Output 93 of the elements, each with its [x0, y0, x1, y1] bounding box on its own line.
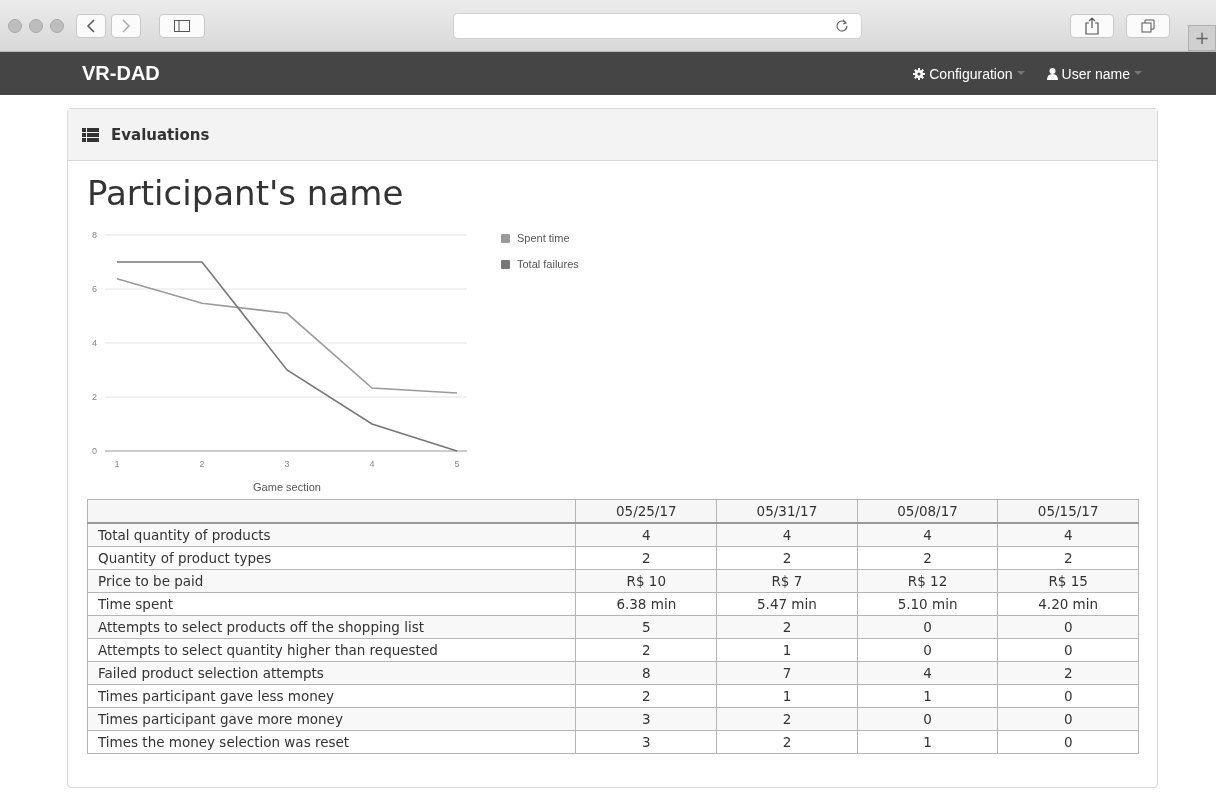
x-axis-title: Game section — [253, 481, 321, 493]
table-cell: 2 — [997, 661, 1139, 685]
y-tick-label: 4 — [92, 338, 97, 348]
x-tick-label: 3 — [284, 459, 290, 469]
settings-icon — [913, 67, 926, 80]
navbar-menu[interactable]: Configuration — [913, 65, 1025, 82]
chevron-right-icon — [121, 18, 131, 33]
table-cell: 0 — [997, 615, 1139, 639]
row-label: Times participant gave more money — [87, 707, 576, 731]
x-tick-label: 4 — [369, 459, 375, 469]
row-label: Total quantity of products — [87, 523, 576, 547]
new-tab-button[interactable]: + — [1188, 25, 1216, 51]
y-tick-label: 2 — [92, 392, 97, 402]
table-cell: 5.10 min — [857, 592, 998, 616]
table-cell: 2 — [576, 546, 717, 570]
table-cell: 2 — [716, 730, 858, 754]
table-cell: 5.47 min — [716, 592, 858, 616]
table-cell: 1 — [857, 730, 998, 754]
table-cell: 0 — [997, 638, 1139, 662]
table-cell: 6.38 min — [576, 592, 717, 616]
table-cell: 1 — [716, 638, 858, 662]
table-cell: R$ 12 — [857, 569, 998, 593]
sidebar-button[interactable] — [159, 13, 205, 38]
panel-title: Evaluations — [111, 125, 210, 144]
row-label: Time spent — [87, 592, 576, 616]
chevron-left-icon — [86, 18, 96, 33]
table-cell: 4.20 min — [997, 592, 1139, 616]
address-field[interactable] — [453, 12, 862, 39]
table-cell: 2 — [997, 546, 1139, 570]
caret-icon — [1016, 71, 1025, 76]
row-label: Quantity of product types — [87, 546, 576, 570]
navbar-menu[interactable]: User name — [1046, 65, 1142, 82]
table-cell: 2 — [576, 684, 717, 708]
table-cell: 1 — [716, 684, 858, 708]
caret-icon — [1134, 71, 1142, 76]
table-cell: 1 — [857, 684, 998, 708]
table-cell: 0 — [857, 707, 998, 731]
legend-label: Total failures — [517, 258, 579, 270]
table-cell: 8 — [576, 661, 717, 685]
row-label: Times participant gave less money — [87, 684, 576, 708]
row-label: Attempts to select quantity higher than requested — [87, 638, 576, 662]
participant-heading: Participant's name — [87, 173, 405, 213]
y-tick-label: 0 — [92, 446, 97, 456]
table-cell: 2 — [716, 546, 858, 570]
column-header: 05/08/17 — [857, 499, 998, 523]
legend-label: Spent time — [517, 232, 570, 244]
x-tick-label: 5 — [454, 459, 460, 469]
reload-icon[interactable] — [835, 18, 849, 33]
column-header: 05/15/17 — [997, 499, 1139, 523]
minimize-window-icon[interactable] — [29, 18, 43, 33]
tabs-button[interactable] — [1126, 13, 1170, 38]
table-cell: R$ 15 — [997, 569, 1139, 593]
close-window-icon[interactable] — [8, 18, 22, 33]
table-cell: 4 — [576, 523, 717, 547]
table-cell: 5 — [576, 615, 717, 639]
table-cell: R$ 10 — [576, 569, 717, 593]
zoom-window-icon[interactable] — [50, 18, 64, 33]
user-icon — [1046, 67, 1058, 80]
brand-title[interactable]: VR-DAD — [82, 62, 160, 85]
table-cell: 2 — [716, 707, 858, 731]
table-cell: 2 — [716, 615, 858, 639]
table-cell: 4 — [857, 523, 998, 547]
row-label: Failed product selection attempts — [87, 661, 576, 685]
column-header: 05/25/17 — [576, 499, 717, 523]
table-cell: R$ 7 — [716, 569, 858, 593]
x-tick-label: 1 — [114, 459, 120, 469]
share-button[interactable] — [1070, 13, 1114, 38]
table-cell: 0 — [857, 615, 998, 639]
back-button[interactable] — [76, 13, 106, 38]
table-cell: 2 — [857, 546, 998, 570]
y-tick-label: 6 — [92, 284, 97, 294]
tabs-icon — [1141, 18, 1155, 33]
table-cell: 0 — [997, 684, 1139, 708]
table-cell: 4 — [857, 661, 998, 685]
sidebar-icon — [174, 19, 190, 32]
y-tick-label: 8 — [92, 230, 97, 240]
table-cell: 4 — [997, 523, 1139, 547]
row-label: Price to be paid — [87, 569, 576, 593]
list-icon — [82, 127, 99, 142]
table-cell: 0 — [997, 730, 1139, 754]
forward-button[interactable] — [111, 13, 141, 38]
table-cell: 3 — [576, 730, 717, 754]
table-cell: 2 — [576, 638, 717, 662]
row-label: Attempts to select products off the shopping list — [87, 615, 576, 639]
row-label: Times the money selection was reset — [87, 730, 576, 754]
x-tick-label: 2 — [199, 459, 205, 469]
table-cell: 0 — [997, 707, 1139, 731]
share-icon — [1085, 16, 1099, 35]
column-header: 05/31/17 — [716, 499, 858, 523]
table-cell: 3 — [576, 707, 717, 731]
table-cell: 4 — [716, 523, 858, 547]
table-cell: 0 — [857, 638, 998, 662]
table-cell: 7 — [716, 661, 858, 685]
